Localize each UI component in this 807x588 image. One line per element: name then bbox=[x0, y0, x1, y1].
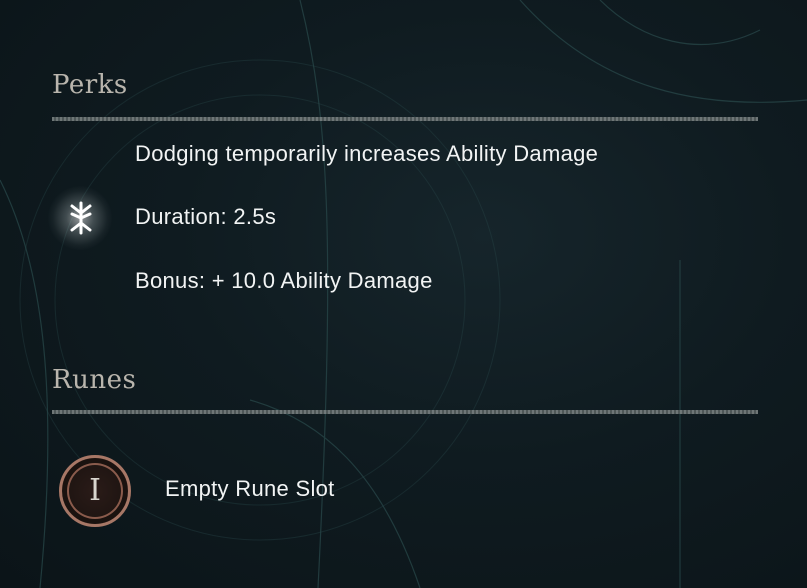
rune-glyph-icon bbox=[70, 201, 92, 235]
runes-heading: Runes bbox=[52, 365, 137, 395]
perks-divider bbox=[52, 117, 758, 121]
perk-duration: Duration: 2.5s bbox=[135, 204, 277, 229]
rune-slot-label: Empty Rune Slot bbox=[165, 476, 335, 501]
rune-slot-button[interactable]: I bbox=[59, 455, 131, 527]
perks-heading: Perks bbox=[52, 70, 128, 100]
perk-description: Dodging temporarily increases Ability Da… bbox=[135, 141, 599, 166]
runes-divider bbox=[52, 410, 758, 414]
perk-bonus: Bonus: + 10.0 Ability Damage bbox=[135, 268, 433, 293]
rune-slot-numeral: I bbox=[89, 473, 101, 508]
